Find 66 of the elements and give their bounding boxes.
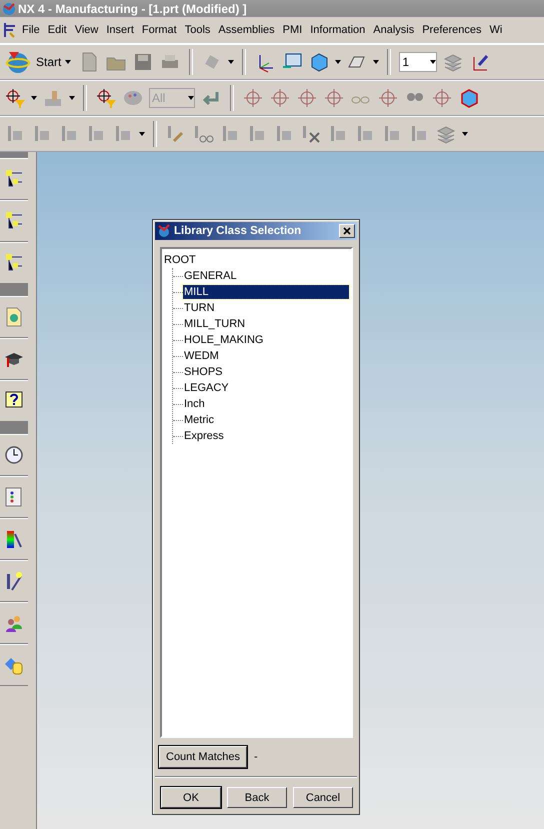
menu-item[interactable]: Preferences [418, 24, 486, 36]
dropdown-caret-icon[interactable] [228, 60, 234, 64]
caret-icon [65, 60, 72, 64]
tree-item[interactable]: MILL [183, 285, 349, 299]
match-count: - [254, 751, 258, 763]
menu-item[interactable]: Edit [44, 24, 71, 36]
dialog-button[interactable]: Back [227, 787, 287, 808]
crosshair-icon[interactable] [269, 87, 291, 109]
start-button[interactable]: Start [4, 50, 74, 74]
tree-item[interactable]: ROOT [164, 252, 349, 268]
tree-item[interactable]: Inch [183, 397, 349, 411]
tree-item[interactable]: WEDM [183, 349, 349, 363]
menu-item[interactable]: Assemblies [214, 24, 279, 36]
crosshair-icon[interactable] [377, 87, 399, 109]
tree-item[interactable]: LEGACY [183, 381, 349, 395]
menu-item[interactable]: Analysis [369, 24, 418, 36]
globe-icon [6, 50, 32, 74]
app-logo-icon [157, 224, 171, 238]
tree-item[interactable]: GENERAL [183, 269, 349, 283]
delete-icon[interactable] [300, 123, 322, 145]
dropdown-caret-icon[interactable] [139, 132, 145, 136]
dropdown-caret-icon[interactable] [69, 96, 75, 100]
menu-item[interactable]: Wi [486, 24, 506, 36]
layer-dropdown[interactable]: 1 [399, 52, 438, 72]
app-logo-icon [2, 2, 16, 16]
list-icon[interactable] [4, 486, 24, 508]
crosshair-icon[interactable] [242, 87, 264, 109]
dialog-button[interactable]: Cancel [293, 787, 353, 808]
sidebar-separator [0, 422, 28, 434]
tree-item[interactable]: Metric [183, 413, 349, 427]
menu-item[interactable]: View [70, 24, 102, 36]
menu-item[interactable]: Tools [180, 24, 214, 36]
menu-item[interactable]: Format [138, 24, 181, 36]
crosshair-icon[interactable] [323, 87, 345, 109]
tree-item[interactable]: TURN [183, 301, 349, 315]
sidebar-separator [0, 152, 28, 158]
wand-icon[interactable] [4, 570, 24, 592]
color-bar-icon[interactable] [4, 528, 24, 550]
count-matches-button[interactable]: Count Matches [159, 746, 247, 768]
dropdown-caret-icon[interactable] [188, 96, 194, 100]
crosshair-filter-icon[interactable] [95, 87, 117, 109]
dropdown-caret-icon[interactable] [430, 60, 436, 64]
menu-item[interactable]: Insert [102, 24, 138, 36]
web-page-icon[interactable] [4, 306, 24, 328]
tree-item[interactable]: SHOPS [183, 365, 349, 379]
crosshair-icon[interactable] [431, 87, 453, 109]
tree-item[interactable]: Express [183, 429, 349, 443]
crosshair-filter-icon[interactable] [4, 87, 26, 109]
close-icon [343, 227, 351, 235]
window-title: NX 4 - Manufacturing - [1.prt (Modified) ] [18, 2, 247, 16]
sidebar-separator [0, 284, 28, 296]
dialog-title: Library Class Selection [174, 225, 302, 237]
dialog-button[interactable]: OK [161, 787, 221, 808]
close-button[interactable] [339, 224, 355, 238]
menu-item[interactable]: PMI [278, 24, 306, 36]
crosshair-icon[interactable] [296, 87, 318, 109]
dropdown-caret-icon[interactable] [462, 132, 468, 136]
dropdown-caret-icon[interactable] [335, 60, 342, 64]
menu-item[interactable]: Information [306, 24, 370, 36]
dropdown-caret-icon[interactable] [373, 60, 380, 64]
menu-item[interactable]: File [18, 24, 44, 36]
dropdown-caret-icon[interactable] [31, 96, 37, 100]
app-menu-icon[interactable] [2, 21, 18, 39]
tree-item[interactable]: HOLE_MAKING [183, 333, 349, 347]
clock-icon[interactable] [4, 444, 24, 466]
tree-item[interactable]: MILL_TURN [183, 317, 349, 331]
